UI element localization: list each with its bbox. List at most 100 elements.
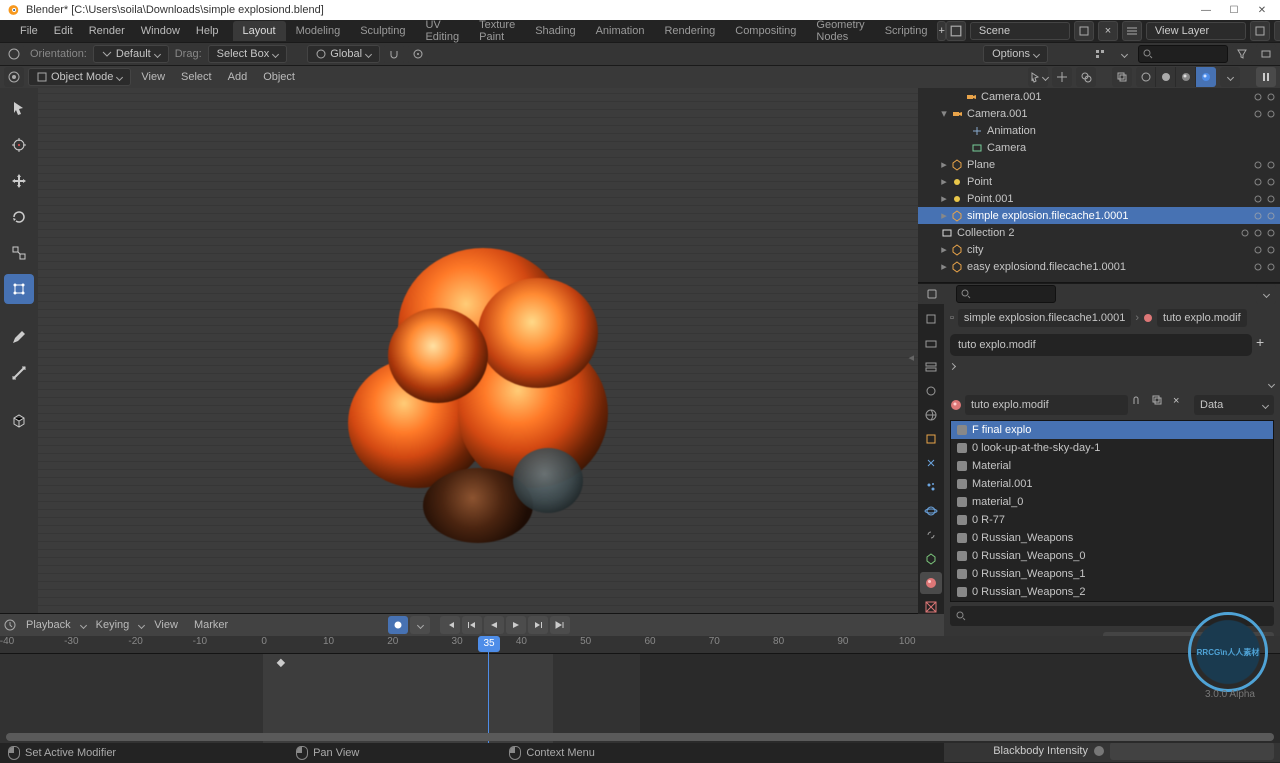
selectability-button[interactable] <box>1028 67 1048 87</box>
workspace-tab-modeling[interactable]: Modeling <box>286 21 351 41</box>
tool-addcube[interactable] <box>4 406 34 436</box>
properties-options[interactable] <box>1256 284 1276 304</box>
overlay-button[interactable] <box>1076 67 1096 87</box>
outliner-display-mode[interactable] <box>1114 44 1134 64</box>
tool-rotate[interactable] <box>4 202 34 232</box>
breadcrumb-object[interactable]: simple explosion.filecache1.0001 <box>958 309 1131 327</box>
outliner-search[interactable] <box>1138 45 1228 63</box>
jump-start-button[interactable] <box>440 616 460 634</box>
play-button[interactable] <box>506 616 526 634</box>
workspace-tab-rendering[interactable]: Rendering <box>654 21 725 41</box>
ptab-render[interactable] <box>920 308 942 330</box>
properties-search[interactable] <box>956 285 1056 303</box>
outliner-row[interactable]: Animation <box>918 122 1280 139</box>
viewport-editor-type[interactable] <box>4 67 24 87</box>
menu-window[interactable]: Window <box>133 22 188 40</box>
outliner-tree[interactable]: Camera.001▾Camera.001AnimationCamera▸Pla… <box>918 88 1280 282</box>
add-menu[interactable]: Add <box>222 69 254 85</box>
proportional-button[interactable] <box>408 44 428 64</box>
tool-transform[interactable] <box>4 274 34 304</box>
tool-select[interactable] <box>4 94 34 124</box>
timeline-view[interactable]: View <box>148 617 184 633</box>
material-list-item[interactable]: 0 Russian_Weapons <box>951 529 1273 547</box>
material-name-field[interactable]: tuto explo.modif <box>965 395 1128 415</box>
workspace-tab-scripting[interactable]: Scripting <box>875 21 938 41</box>
workspace-tab-texpaint[interactable]: Texture Paint <box>469 15 525 47</box>
breadcrumb-material[interactable]: tuto explo.modif <box>1157 309 1247 327</box>
material-slot-add[interactable]: + <box>1256 334 1274 356</box>
material-link-mode[interactable]: Data <box>1194 395 1274 415</box>
outliner-row[interactable]: ▸simple explosion.filecache1.0001 <box>918 207 1280 224</box>
xray-button[interactable] <box>1112 67 1132 87</box>
scene-delete-button[interactable]: × <box>1098 21 1118 41</box>
material-unlink[interactable]: × <box>1173 395 1191 415</box>
editor-type-button[interactable] <box>4 44 24 64</box>
gizmo-button[interactable] <box>1052 67 1072 87</box>
outliner-row[interactable]: Camera.001 <box>918 88 1280 105</box>
material-duplicate[interactable] <box>1152 395 1170 415</box>
ptab-world[interactable] <box>920 404 942 426</box>
snap-button[interactable] <box>384 44 404 64</box>
material-list-item[interactable]: 0 Russian_Weapons_1 <box>951 565 1273 583</box>
ptab-material[interactable] <box>920 572 942 594</box>
outliner-row[interactable]: Collection 2 <box>918 224 1280 241</box>
viewlayer-name-field[interactable]: View Layer <box>1146 22 1246 40</box>
slot-expand[interactable] <box>949 363 956 370</box>
workspace-tab-animation[interactable]: Animation <box>586 21 655 41</box>
ptab-object[interactable] <box>920 428 942 450</box>
pause-render-button[interactable] <box>1256 67 1276 87</box>
tool-move[interactable] <box>4 166 34 196</box>
material-list-item[interactable]: Material <box>951 457 1273 475</box>
auto-keying-button[interactable] <box>388 616 408 634</box>
viewlayer-new-button[interactable] <box>1250 21 1270 41</box>
blackbody-socket-icon[interactable] <box>1094 746 1104 756</box>
menu-help[interactable]: Help <box>188 22 227 40</box>
ptab-viewlayer[interactable] <box>920 356 942 378</box>
options-dropdown[interactable]: Options <box>983 45 1048 63</box>
material-list-item[interactable]: material_0 <box>951 493 1273 511</box>
material-list-item[interactable]: 0 look-up-at-the-sky-day-1 <box>951 439 1273 457</box>
object-menu[interactable]: Object <box>257 69 301 85</box>
material-list-item[interactable]: F final explo <box>951 421 1273 439</box>
shading-solid[interactable] <box>1156 67 1176 87</box>
workspace-add-button[interactable]: + <box>937 21 945 41</box>
jump-keyframe-fwd[interactable] <box>528 616 548 634</box>
scene-new-button[interactable] <box>1074 21 1094 41</box>
viewlayer-delete-button[interactable]: × <box>1274 21 1280 41</box>
material-browse-icon[interactable] <box>950 399 962 411</box>
viewlayer-browse-button[interactable] <box>1122 21 1142 41</box>
workspace-tab-shading[interactable]: Shading <box>525 21 585 41</box>
blackbody-value[interactable] <box>1110 742 1274 760</box>
outliner-row[interactable]: Camera <box>918 139 1280 156</box>
material-dropdown-list[interactable]: F final explo0 look-up-at-the-sky-day-1M… <box>950 420 1274 602</box>
material-slot-options[interactable] <box>1269 378 1274 390</box>
outliner-row[interactable]: ▸city <box>918 241 1280 258</box>
ptab-modifier[interactable] <box>920 452 942 474</box>
scene-name-field[interactable]: Scene <box>970 22 1070 40</box>
drag-dropdown[interactable]: Select Box <box>208 45 288 63</box>
outliner-editor-type[interactable] <box>1090 44 1110 64</box>
material-fake-user[interactable] <box>1131 395 1149 415</box>
timeline-ruler[interactable]: -40-30-20-100102030405060708090100 <box>0 636 1280 654</box>
timeline-scrollbar[interactable] <box>6 733 1274 741</box>
outliner-filter[interactable] <box>1232 44 1252 64</box>
close-button[interactable]: ✕ <box>1248 0 1276 20</box>
menu-edit[interactable]: Edit <box>46 22 81 40</box>
tool-measure[interactable] <box>4 358 34 388</box>
material-list-item[interactable]: 0 Russian_Weapons_0 <box>951 547 1273 565</box>
scene-browse-button[interactable] <box>946 21 966 41</box>
workspace-tab-layout[interactable]: Layout <box>233 21 286 41</box>
material-list-item[interactable]: 0 Russian_Weapons_2 <box>951 583 1273 601</box>
ptab-output[interactable] <box>920 332 942 354</box>
outliner-row[interactable]: ▸Point <box>918 173 1280 190</box>
outliner-new-collection[interactable] <box>1256 44 1276 64</box>
shading-options[interactable] <box>1220 67 1240 87</box>
material-slot-name[interactable]: tuto explo.modif <box>950 334 1252 356</box>
play-reverse-button[interactable] <box>484 616 504 634</box>
ptab-constraints[interactable] <box>920 524 942 546</box>
outliner-row[interactable]: ▾Camera.001 <box>918 105 1280 122</box>
minimize-button[interactable]: — <box>1192 0 1220 20</box>
timeline-playback[interactable]: Playback <box>20 617 77 633</box>
workspace-tab-geonodes[interactable]: Geometry Nodes <box>806 15 874 47</box>
material-list-item[interactable]: 0 R-77 <box>951 511 1273 529</box>
